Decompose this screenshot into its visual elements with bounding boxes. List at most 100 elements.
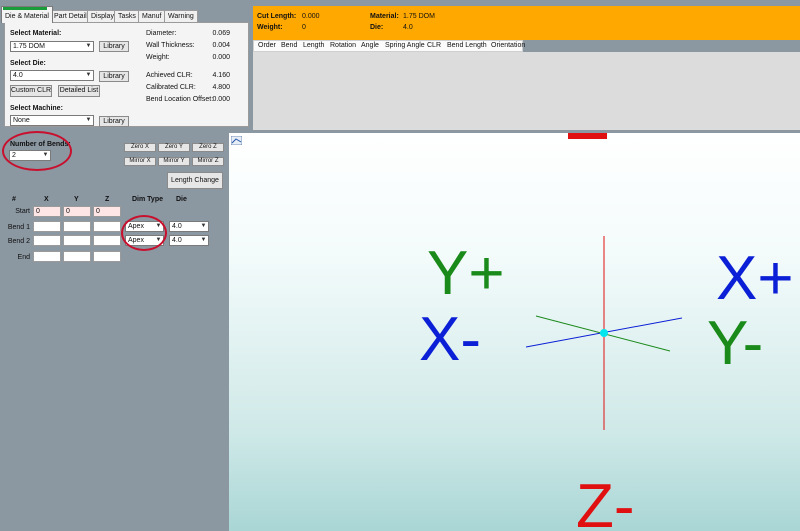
info-die-label: Die: <box>370 24 384 31</box>
bend1-x-input[interactable] <box>33 221 61 232</box>
grid-header-num: # <box>12 196 16 203</box>
grid-header-y: Y <box>74 196 79 203</box>
end-y-input[interactable] <box>63 251 91 262</box>
bend2-z-input[interactable] <box>93 235 121 246</box>
tab-label: Display <box>91 13 114 20</box>
row-label-bend-1: Bend 1 <box>7 224 30 231</box>
tab-warning[interactable]: Warning <box>164 10 198 22</box>
machine-label: Select Machine: <box>10 105 63 112</box>
info-material-label: Material: <box>370 13 399 20</box>
grid-header-x: X <box>44 196 49 203</box>
chevron-down-icon: ▼ <box>85 43 92 49</box>
diameter-label: Diameter: <box>146 30 177 37</box>
column-angle[interactable]: Angle <box>361 42 379 49</box>
active-tab-accent <box>3 7 47 10</box>
achieved-clr-value: 4.160 <box>212 72 230 79</box>
chevron-down-icon: ▼ <box>85 117 92 123</box>
3d-viewport[interactable]: Y+ X+ X- Y- Z- <box>229 133 800 531</box>
info-weight-label: Weight: <box>257 24 283 31</box>
tab-manuf[interactable]: Manuf <box>138 10 166 22</box>
bend-location-offset-value: 0.000 <box>212 96 230 103</box>
end-x-input[interactable] <box>33 251 61 262</box>
start-z-input[interactable]: 0 <box>93 206 121 217</box>
row-label-bend-2: Bend 2 <box>7 238 30 245</box>
die-library-button[interactable]: Library <box>99 71 129 82</box>
weight-value: 0.000 <box>212 54 230 61</box>
origin-marker <box>600 329 608 337</box>
x-minus-label: X- <box>419 305 481 374</box>
info-material-value: 1.75 DOM <box>403 13 435 20</box>
material-select[interactable]: 1.75 DOM ▼ <box>10 41 94 52</box>
bend2-x-input[interactable] <box>33 235 61 246</box>
bend2-die-select[interactable]: 4.0 ▼ <box>169 235 209 246</box>
calibrated-clr-value: 4.800 <box>212 84 230 91</box>
chevron-down-icon: ▼ <box>200 237 207 243</box>
die-value: 4.0 <box>13 72 23 79</box>
start-x-input[interactable]: 0 <box>33 206 61 217</box>
zero-x-button[interactable]: Zero X <box>124 143 156 152</box>
bend-table-header: Order Bend Length Rotation Angle Spring … <box>253 40 525 52</box>
zero-y-button[interactable]: Zero Y <box>158 143 190 152</box>
tab-die-material[interactable]: Die & Material <box>1 6 53 23</box>
grid-header-z: Z <box>105 196 110 203</box>
column-order[interactable]: Order <box>258 42 276 49</box>
bend1-z-input[interactable] <box>93 221 121 232</box>
column-length[interactable]: Length <box>303 42 324 49</box>
material-label: Select Material: <box>10 30 62 37</box>
highlight-ellipse-bends <box>2 131 72 171</box>
die-value: 4.0 <box>172 223 182 230</box>
material-value: 1.75 DOM <box>13 43 45 50</box>
die-value: 4.0 <box>172 237 182 244</box>
column-rotation[interactable]: Rotation <box>330 42 356 49</box>
weight-label: Weight: <box>146 54 170 61</box>
highlight-ellipse-dim-type <box>121 215 167 251</box>
start-y-input[interactable]: 0 <box>63 206 91 217</box>
tab-tasks[interactable]: Tasks <box>114 10 140 22</box>
machine-library-button[interactable]: Library <box>99 116 129 127</box>
mirror-y-button[interactable]: Mirror Y <box>158 157 190 166</box>
bend2-y-input[interactable] <box>63 235 91 246</box>
custom-clr-button[interactable]: Custom CLR <box>10 85 52 97</box>
machine-value: None <box>13 117 30 124</box>
info-weight-value: 0 <box>302 24 306 31</box>
row-label-end: End <box>17 254 30 261</box>
chevron-down-icon: ▼ <box>200 223 207 229</box>
x-plus-label: X+ <box>716 244 794 313</box>
tab-label: Warning <box>168 13 194 20</box>
mirror-x-button[interactable]: Mirror X <box>124 157 156 166</box>
die-select[interactable]: 4.0 ▼ <box>10 70 94 81</box>
bend-location-offset-label: Bend Location Offset: <box>146 96 214 103</box>
mirror-z-button[interactable]: Mirror Z <box>192 157 224 166</box>
part-info-panel: Cut Length: 0.000 Weight: 0 Material: 1.… <box>253 6 800 40</box>
end-z-input[interactable] <box>93 251 121 262</box>
column-bend-length[interactable]: Bend Length <box>447 42 487 49</box>
zero-z-button[interactable]: Zero Z <box>192 143 224 152</box>
y-plus-label: Y+ <box>427 239 505 308</box>
bend1-y-input[interactable] <box>63 221 91 232</box>
tab-label: Tasks <box>118 13 136 20</box>
bend1-die-select[interactable]: 4.0 ▼ <box>169 221 209 232</box>
diameter-value: 0.069 <box>212 30 230 37</box>
column-orientation[interactable]: Orientation <box>491 42 525 49</box>
chevron-down-icon: ▼ <box>85 72 92 78</box>
calibrated-clr-label: Calibrated CLR: <box>146 84 196 91</box>
column-spring-angle[interactable]: Spring Angle <box>385 42 425 49</box>
cut-length-value: 0.000 <box>302 13 320 20</box>
column-bend[interactable]: Bend <box>281 42 297 49</box>
machine-select[interactable]: None ▼ <box>10 115 94 126</box>
wall-thickness-label: Wall Thickness: <box>146 42 195 49</box>
info-die-value: 4.0 <box>403 24 413 31</box>
die-label: Select Die: <box>10 60 46 67</box>
tab-label: Die & Material <box>5 13 49 20</box>
cut-length-label: Cut Length: <box>257 13 297 20</box>
detailed-list-button[interactable]: Detailed List <box>58 85 100 97</box>
grid-header-dim-type: Dim Type <box>132 196 163 203</box>
z-plus-marker <box>568 133 607 139</box>
tab-label: Part Details <box>54 13 91 20</box>
material-library-button[interactable]: Library <box>99 41 129 52</box>
tab-strip: Die & Material Part Details Display Task… <box>0 6 250 23</box>
z-minus-label: Z- <box>576 472 635 531</box>
bend-table-body[interactable] <box>253 52 800 130</box>
length-change-button[interactable]: Length Change <box>167 172 223 189</box>
column-clr[interactable]: CLR <box>427 42 441 49</box>
